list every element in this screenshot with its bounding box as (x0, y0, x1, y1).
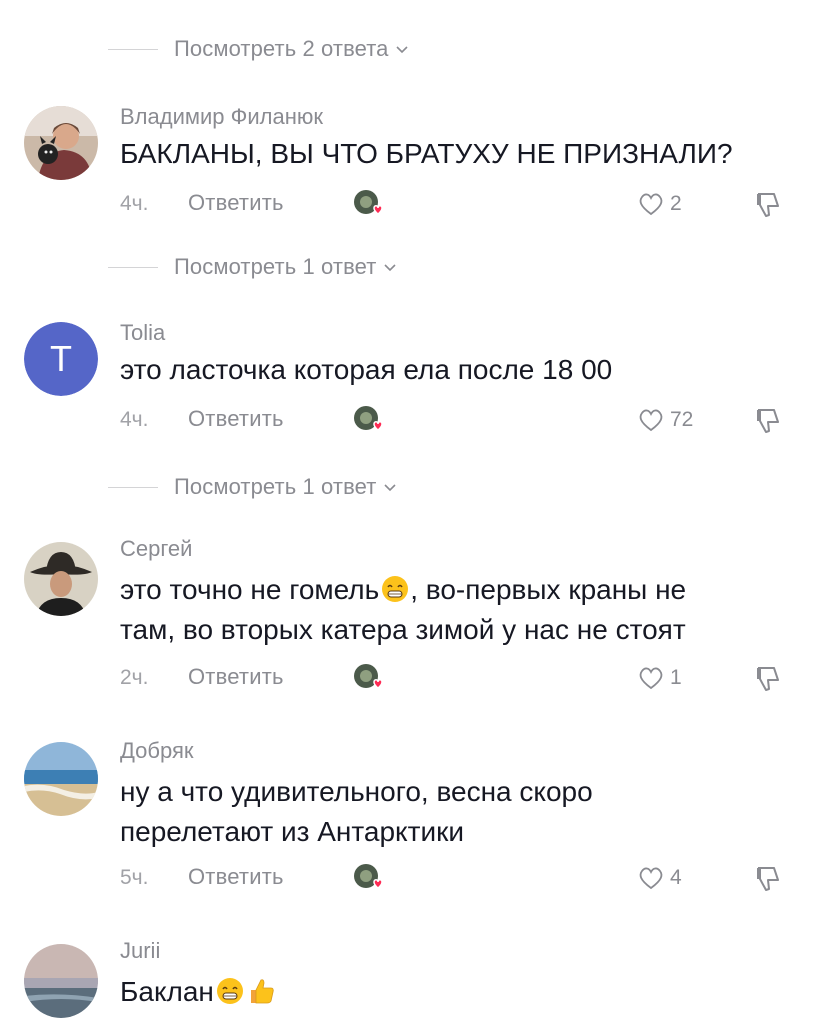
comment-text: ну а что удивительного, весна скоро пере… (120, 772, 800, 852)
comment-time: 5ч. (120, 866, 149, 889)
like-count: 1 (670, 666, 682, 689)
reply-button[interactable]: Ответить (188, 406, 284, 432)
avatar[interactable] (24, 742, 98, 816)
reply-button[interactable]: Ответить (188, 664, 284, 690)
view-replies-toggle[interactable]: Посмотреть 2 ответа (108, 34, 410, 64)
dislike-icon[interactable] (748, 186, 784, 222)
avatar[interactable]: T (24, 322, 98, 396)
view-replies-toggle[interactable]: Посмотреть 1 ответ (108, 472, 398, 502)
like-count: 2 (670, 192, 682, 215)
heart-outline-icon (639, 193, 663, 216)
chevron-down-icon (382, 479, 398, 495)
comment-text: БАКЛАНЫ, ВЫ ЧТО БРАТУХУ НЕ ПРИЗНАЛИ? (120, 138, 733, 169)
view-replies-label: Посмотреть 2 ответа (174, 36, 389, 61)
chevron-down-icon (382, 259, 398, 275)
like-button[interactable]: 4 (636, 860, 682, 896)
like-button[interactable]: 2 (636, 186, 682, 222)
comment-text-part: , во-первых краны не (410, 574, 687, 605)
view-replies-label: Посмотреть 1 ответ (174, 254, 377, 279)
creator-liked-icon (352, 860, 388, 896)
comment-text: это точно не гомель , во-первых краны не… (120, 570, 800, 650)
avatar-letter: T (24, 322, 98, 396)
comment-text: это ласточка которая ела после 18 00 (120, 354, 613, 385)
dislike-icon[interactable] (748, 660, 784, 696)
divider-line (108, 48, 158, 50)
comment-username[interactable]: Владимир Филанюк (120, 104, 323, 130)
reply-button[interactable]: Ответить (188, 190, 284, 216)
comment-username[interactable]: Tolia (120, 320, 165, 346)
comment-time: 2ч. (120, 666, 149, 689)
comment-actions: 5ч. Ответить 4 (120, 860, 800, 896)
heart-outline-icon (639, 867, 663, 890)
avatar[interactable] (24, 944, 98, 1018)
creator-liked-icon (352, 660, 388, 696)
reply-button[interactable]: Ответить (188, 864, 284, 890)
avatar[interactable] (24, 542, 98, 616)
comment-text-line: ну а что удивительного, весна скоро (120, 776, 593, 807)
comment-text: Баклан (120, 972, 800, 1012)
heart-outline-icon (639, 667, 663, 690)
comment-text-line: там, во вторых катера зимой у нас не сто… (120, 614, 686, 645)
like-count: 72 (670, 408, 694, 431)
grin-emoji (380, 574, 410, 604)
comment-username[interactable]: Сергей (120, 536, 192, 562)
chevron-down-icon (394, 41, 410, 57)
view-replies-label: Посмотреть 1 ответ (174, 474, 377, 499)
heart-outline-icon (639, 409, 663, 432)
grin-emoji (215, 976, 245, 1006)
comment-username[interactable]: Jurii (120, 938, 160, 964)
comment-time: 4ч. (120, 408, 149, 431)
like-button[interactable]: 1 (636, 660, 682, 696)
comment-actions: 4ч. Ответить 2 (120, 186, 800, 222)
avatar[interactable] (24, 106, 98, 180)
comment-time: 4ч. (120, 192, 149, 215)
creator-liked-icon (352, 402, 388, 438)
comment-text-part: это точно не гомель (120, 574, 380, 605)
view-replies-toggle[interactable]: Посмотреть 1 ответ (108, 252, 398, 282)
like-count: 4 (670, 866, 682, 889)
comment-text-part: Баклан (120, 976, 214, 1007)
comment-text-line: перелетают из Антарктики (120, 816, 464, 847)
divider-line (108, 486, 158, 488)
dislike-icon[interactable] (748, 860, 784, 896)
creator-liked-icon (352, 186, 388, 222)
comment-username[interactable]: Добряк (120, 738, 194, 764)
dislike-icon[interactable] (748, 402, 784, 438)
comment-actions: 2ч. Ответить 1 (120, 660, 800, 696)
like-button[interactable]: 72 (636, 402, 693, 438)
thumbs-up-emoji (246, 976, 276, 1006)
comments-screen: Посмотреть 2 ответа Владимир Филанюк БАК… (0, 0, 816, 1024)
divider-line (108, 266, 158, 268)
comment-actions: 4ч. Ответить 72 (120, 402, 800, 438)
